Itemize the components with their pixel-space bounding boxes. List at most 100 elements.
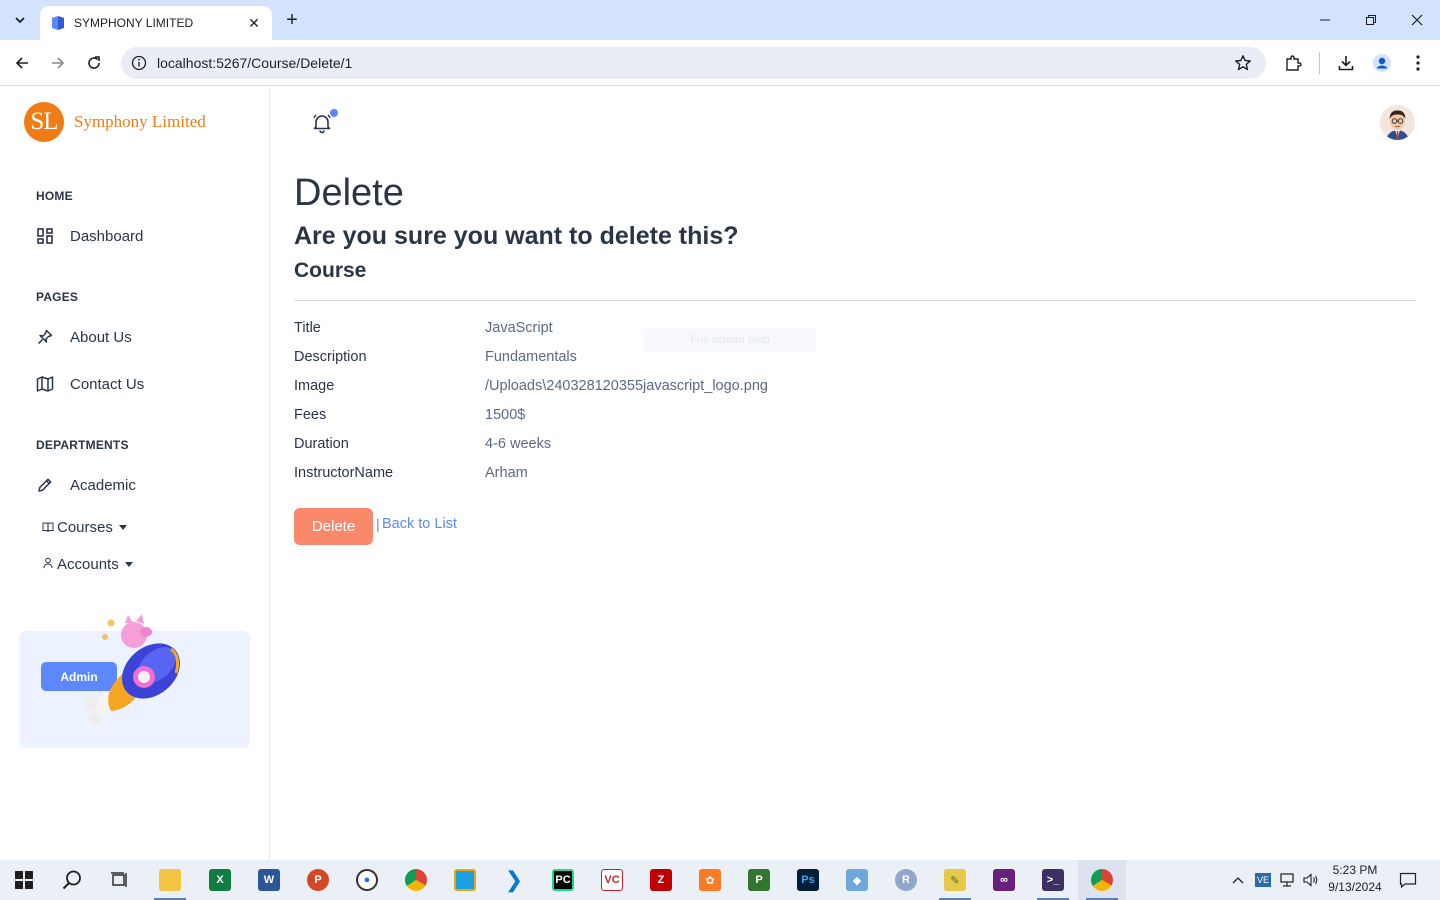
detail-row-duration: Duration 4-6 weeks	[294, 436, 551, 452]
windows-start-icon[interactable]	[0, 860, 48, 900]
sidebar-dropdown-accounts[interactable]: Accounts	[42, 556, 133, 573]
sidebar-item-label: Dashboard	[70, 227, 144, 245]
snip-overlay-label: Full-screen Snip	[644, 328, 816, 352]
nav-caption-home: HOME	[36, 189, 73, 203]
sidebar-item-label: Academic	[70, 476, 136, 494]
chrome-profile-icon[interactable]	[1078, 860, 1126, 900]
person-icon	[42, 557, 54, 572]
user-avatar[interactable]	[1380, 105, 1415, 140]
address-bar[interactable]: localhost:5267/Course/Delete/1	[121, 47, 1266, 79]
xampp-icon[interactable]: ✿	[686, 860, 734, 900]
sidebar-dropdown-courses[interactable]: Courses	[42, 519, 127, 536]
detail-label: Image	[294, 378, 335, 394]
extensions-icon[interactable]	[1280, 50, 1306, 76]
reload-icon[interactable]	[81, 50, 107, 76]
network-icon[interactable]	[1276, 860, 1298, 900]
detail-row-instructor: InstructorName Arham	[294, 465, 528, 481]
tray-app-icon[interactable]: VE	[1252, 860, 1274, 900]
vc-icon[interactable]: VC	[588, 860, 636, 900]
browser-tab-active[interactable]: SYMPHONY LIMITED ✕	[40, 6, 272, 40]
notification-bell-icon[interactable]	[311, 112, 333, 134]
chrome-icon[interactable]	[392, 860, 440, 900]
page-title: Delete	[294, 172, 404, 214]
photoshop-icon[interactable]: Ps	[784, 860, 832, 900]
pencil-icon	[38, 478, 52, 492]
nav-caption-pages: PAGES	[36, 290, 79, 304]
nav-caption-departments: DEPARTMENTS	[36, 438, 129, 452]
app-icon[interactable]: ●	[343, 860, 391, 900]
task-view-icon[interactable]	[96, 860, 144, 900]
entity-heading: Course	[294, 259, 367, 282]
restore-icon[interactable]	[1348, 0, 1394, 40]
brand-logo[interactable]: SL Symphony Limited	[24, 102, 206, 142]
app-icon-2[interactable]	[441, 860, 489, 900]
taskbar-search-icon[interactable]	[48, 860, 96, 900]
app-icon-3[interactable]: ✎	[931, 860, 979, 900]
book-icon	[42, 521, 54, 535]
close-window-icon[interactable]	[1394, 0, 1440, 40]
detail-value: /Uploads\240328120355javascript_logo.png	[485, 378, 768, 394]
detail-row-title: Title JavaScript	[294, 320, 553, 336]
profile-icon[interactable]	[1369, 50, 1395, 76]
dropdown-label: Accounts	[57, 556, 119, 573]
toolbar-divider	[1319, 52, 1320, 74]
detail-value: Fundamentals	[485, 349, 577, 365]
tab-close-icon[interactable]: ✕	[246, 15, 262, 31]
site-info-icon[interactable]	[131, 55, 147, 71]
detail-row-description: Description Fundamentals	[294, 349, 577, 365]
notification-dot	[330, 109, 338, 117]
notification-center-icon[interactable]	[1392, 860, 1424, 900]
detail-label: Fees	[294, 407, 327, 423]
project-icon[interactable]: P	[735, 860, 783, 900]
tab-search-dropdown-icon[interactable]	[8, 8, 32, 32]
forward-arrow-icon[interactable]	[45, 50, 71, 76]
caret-down-icon	[124, 562, 133, 567]
dashboard-icon	[37, 228, 53, 244]
promo-card: Admin	[19, 614, 250, 748]
map-icon	[36, 376, 54, 392]
system-clock[interactable]: 5:23 PM 9/13/2024	[1322, 862, 1388, 896]
detail-value: 1500$	[485, 407, 526, 423]
browser-menu-icon[interactable]	[1405, 50, 1431, 76]
volume-icon[interactable]	[1300, 860, 1322, 900]
link-separator: |	[376, 516, 380, 532]
downloads-icon[interactable]	[1333, 50, 1359, 76]
terminal-icon[interactable]: >_	[1029, 860, 1077, 900]
sidebar-item-about-us[interactable]: About Us	[36, 328, 132, 346]
clock-date: 9/13/2024	[1328, 880, 1382, 894]
logo-mark: SL	[24, 102, 64, 142]
visual-studio-icon[interactable]: ∞	[980, 860, 1028, 900]
tab-title: SYMPHONY LIMITED	[74, 16, 194, 30]
detail-label: Duration	[294, 436, 349, 452]
sidebar-item-contact-us[interactable]: Contact Us	[36, 375, 144, 393]
divider	[294, 300, 1416, 301]
detail-label: Title	[294, 320, 321, 336]
file-explorer-icon[interactable]	[146, 860, 194, 900]
pin-icon	[37, 329, 53, 345]
sidebar-item-label: About Us	[70, 328, 132, 346]
bookmark-star-icon[interactable]	[1234, 54, 1252, 77]
filezilla-icon[interactable]: Z	[637, 860, 685, 900]
sidebar-item-label: Contact Us	[70, 375, 145, 393]
word-icon[interactable]: W	[245, 860, 293, 900]
delete-button[interactable]: Delete	[294, 508, 373, 545]
detail-row-image: Image /Uploads\240328120355javascript_lo…	[294, 378, 768, 394]
minimize-icon[interactable]	[1302, 0, 1348, 40]
tray-overflow-icon[interactable]	[1228, 860, 1248, 900]
vscode-icon[interactable]: ❯	[490, 860, 538, 900]
pycharm-icon[interactable]: PC	[539, 860, 587, 900]
url-text: localhost:5267/Course/Delete/1	[157, 55, 353, 71]
browser-tab-strip: SYMPHONY LIMITED ✕ +	[0, 0, 1440, 40]
back-to-list-link[interactable]: Back to List	[382, 516, 457, 532]
rocket-illustration-icon	[84, 614, 180, 725]
detail-label: InstructorName	[294, 465, 394, 481]
sidebar-item-academic[interactable]: Academic	[36, 476, 136, 494]
virtualbox-icon[interactable]: ◆	[833, 860, 881, 900]
sidebar-item-dashboard[interactable]: Dashboard	[36, 227, 143, 245]
excel-icon[interactable]: X	[196, 860, 244, 900]
back-arrow-icon[interactable]	[9, 50, 35, 76]
new-tab-icon[interactable]: +	[280, 8, 304, 32]
dropdown-label: Courses	[57, 519, 113, 536]
powerpoint-icon[interactable]: P	[294, 860, 342, 900]
r-icon[interactable]: R	[882, 860, 930, 900]
